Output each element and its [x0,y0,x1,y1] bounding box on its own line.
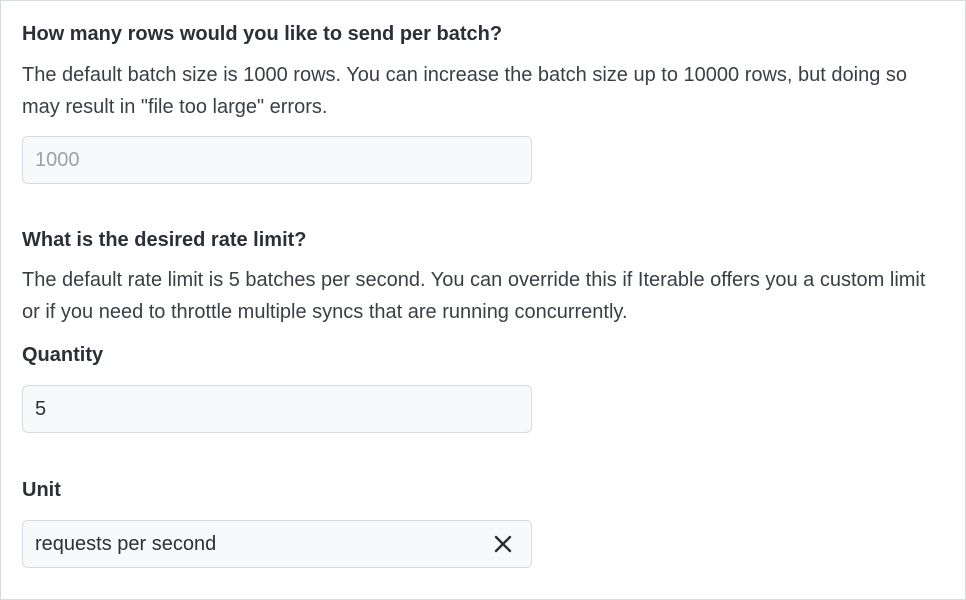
quantity-input[interactable] [35,397,519,421]
quantity-label: Quantity [22,344,104,366]
rate-limit-title: What is the desired rate limit? [22,229,307,251]
quantity-field[interactable] [22,385,532,433]
batch-size-input[interactable] [35,148,519,172]
unit-select-value: requests per second [35,532,217,555]
batch-size-title: How many rows would you like to send per… [22,23,503,45]
close-icon[interactable] [491,532,515,556]
rate-limit-description: The default rate limit is 5 batches per … [22,269,926,323]
batch-size-field[interactable] [22,136,532,184]
unit-label: Unit [22,479,61,501]
settings-panel: How many rows would you like to send per… [0,0,966,600]
unit-select[interactable]: requests per second [22,520,532,568]
batch-size-description: The default batch size is 1000 rows. You… [22,64,908,118]
